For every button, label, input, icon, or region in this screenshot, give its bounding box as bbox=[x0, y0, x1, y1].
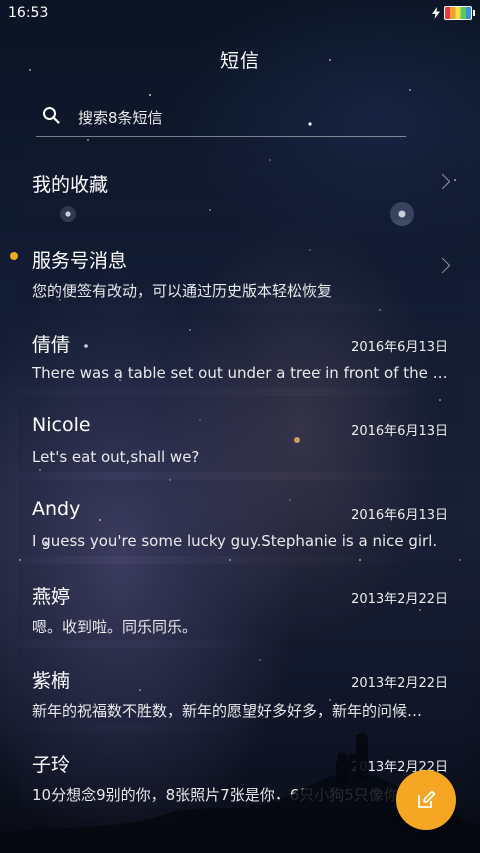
list-item-preview: 10分想念9别的你，8张照片7张是你，6只小狗5只像你 bbox=[32, 786, 399, 804]
compose-button[interactable] bbox=[396, 770, 456, 830]
list-item-date: 2016年6月13日 bbox=[351, 340, 448, 355]
list-item-service[interactable]: 服务号消息 您的便签有改动，可以通过历史版本轻松恢复 bbox=[10, 224, 466, 308]
status-time: 16:53 bbox=[8, 5, 49, 21]
list-item-preview: 新年的祝福数不胜数，新年的愿望好多好多，新年的问候… bbox=[32, 702, 423, 720]
list-item-date: 2013年2月22日 bbox=[351, 676, 448, 691]
list-item[interactable]: Nicole 2016年6月13日 Let's eat out,shall we… bbox=[18, 392, 466, 476]
search-placeholder: 搜索8条短信 bbox=[78, 109, 163, 127]
list-item-title: 服务号消息 bbox=[32, 250, 128, 272]
list-item-title: Nicole bbox=[32, 414, 91, 436]
charging-icon bbox=[432, 7, 440, 19]
conversation-list: 我的收藏 服务号消息 您的便签有改动，可以通过历史版本轻松恢复 倩倩 2016年… bbox=[10, 140, 466, 812]
list-item-title: 我的收藏 bbox=[32, 174, 109, 196]
list-item-preview: I guess you're some lucky guy.Stephanie … bbox=[32, 532, 438, 550]
list-item-date: 2016年6月13日 bbox=[351, 424, 448, 439]
list-item-preview: Let's eat out,shall we? bbox=[32, 448, 200, 466]
list-item-date: 2013年2月22日 bbox=[351, 592, 448, 607]
compose-icon bbox=[418, 790, 436, 808]
list-item-title: 燕婷 bbox=[32, 586, 71, 608]
list-item-preview: 嗯。收到啦。同乐同乐。 bbox=[32, 618, 198, 636]
page-title: 短信 bbox=[219, 50, 260, 72]
list-item-preview: 您的便签有改动，可以通过历史版本轻松恢复 bbox=[32, 282, 333, 300]
list-item-preview: There was a table set out under a tree i… bbox=[32, 364, 452, 382]
unread-dot bbox=[10, 252, 18, 260]
list-item[interactable]: 燕婷 2013年2月22日 嗯。收到啦。同乐同乐。 bbox=[18, 560, 466, 644]
list-item-title: 紫楠 bbox=[32, 670, 71, 692]
status-bar: 16:53 bbox=[0, 0, 480, 28]
battery-icon bbox=[444, 6, 475, 20]
list-item[interactable]: Andy 2016年6月13日 I guess you're some luck… bbox=[18, 476, 466, 560]
search-field[interactable]: 搜索8条短信 bbox=[36, 100, 406, 137]
list-item-title: 倩倩 bbox=[32, 334, 71, 356]
list-item-date: 2016年6月13日 bbox=[351, 508, 448, 523]
search-icon bbox=[43, 107, 60, 124]
list-item-favorites[interactable]: 我的收藏 bbox=[18, 140, 466, 224]
list-item-title: 子玲 bbox=[32, 754, 71, 776]
list-item-title: Andy bbox=[32, 498, 81, 520]
status-icons bbox=[432, 6, 475, 20]
list-item[interactable]: 紫楠 2013年2月22日 新年的祝福数不胜数，新年的愿望好多好多，新年的问候… bbox=[18, 644, 466, 728]
list-item[interactable]: 倩倩 2016年6月13日 There was a table set out … bbox=[18, 308, 466, 392]
